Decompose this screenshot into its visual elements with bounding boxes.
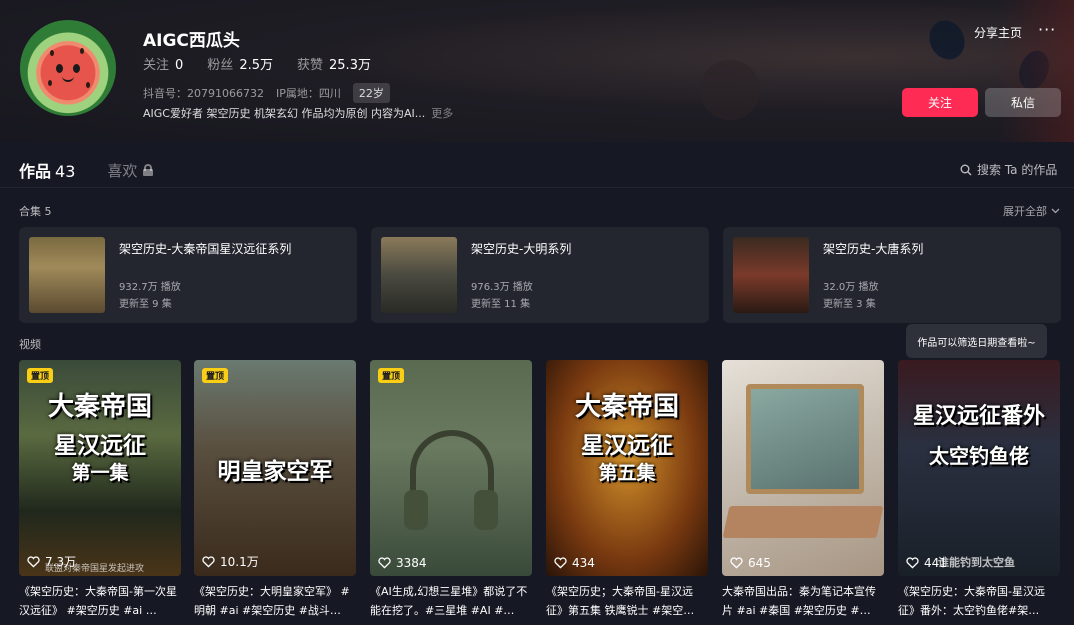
video-card[interactable]: 星汉远征番外 太空钓鱼佬 谁能钓到太空鱼 441	[898, 360, 1060, 576]
profile-tabs: 作品 43 喜欢	[19, 158, 154, 182]
message-button[interactable]: 私信	[985, 88, 1061, 117]
video-card[interactable]: 置顶 大秦帝国 星汉远征 第一集 联盟对秦帝国星发起进攻 7.3万	[19, 360, 181, 576]
collection-plays: 32.0万 播放	[823, 282, 879, 293]
video-caption[interactable]: 《架空历史；大秦帝国-星汉远征》第五集 铁鹰锐士 #架空…	[546, 582, 708, 620]
avatar-detail	[56, 64, 63, 73]
video-caption[interactable]: 《架空历史：大明皇家空军》 #明朝 #ai #架空历史 #战斗…	[194, 582, 356, 620]
collection-title: 架空历史-大秦帝国星汉远征系列	[119, 242, 292, 256]
video-cover-text: 第五集	[598, 462, 656, 484]
pinned-badge: 置顶	[202, 368, 229, 383]
collection-thumbnail	[29, 237, 105, 313]
cover-art	[722, 506, 884, 538]
video-cover-text: 大秦帝国	[574, 392, 679, 422]
search-works[interactable]: 搜索 Ta 的作品	[960, 161, 1057, 178]
profile-meta: 抖音号：20791066732 IP属地：四川 22岁	[143, 83, 390, 103]
collection-card[interactable]: 架空历史-大秦帝国星汉远征系列 932.7万 播放 更新至 9 集	[19, 227, 357, 323]
video-caption[interactable]: 大秦帝国出品：秦为笔记本宣传片 #ai #秦国 #架空历史 #…	[722, 582, 884, 620]
video-cover-text: 大秦帝国	[47, 392, 152, 422]
more-icon[interactable]: ···	[1038, 20, 1056, 39]
video-caption[interactable]: 《架空历史：大秦帝国-星汉远征》番外：太空钓鱼佬#架…	[898, 582, 1060, 620]
video-cover-text: 星汉远征	[581, 433, 673, 459]
video-likes: 441	[906, 556, 947, 570]
collection-title: 架空历史-大明系列	[471, 242, 572, 256]
video-likes: 434	[554, 556, 595, 570]
stat-likes: 获赞 25.3万	[297, 58, 371, 73]
collection-updated: 更新至 3 集	[823, 299, 876, 310]
video-likes: 7.3万	[27, 553, 76, 570]
heart-icon	[202, 555, 215, 568]
video-cover-text: 星汉远征番外	[912, 404, 1045, 429]
heart-icon	[554, 557, 567, 569]
age-badge: 22岁	[352, 83, 390, 103]
collection-updated: 更新至 11 集	[471, 299, 531, 310]
collection-title: 架空历史-大唐系列	[823, 242, 924, 256]
collection-thumbnail	[733, 237, 809, 313]
filter-tooltip: 作品可以筛选日期查看啦~	[906, 324, 1047, 358]
stat-following[interactable]: 关注 0	[143, 54, 183, 73]
video-cover-text: 第一集	[71, 462, 129, 484]
cover-art	[746, 384, 864, 494]
video-cover-subtitle: 谁能钓到太空鱼	[938, 556, 1015, 569]
share-profile-link[interactable]: 分享主页	[974, 24, 1022, 41]
lock-icon	[143, 164, 154, 176]
avatar-detail	[62, 76, 74, 82]
cover-art	[404, 490, 428, 530]
video-likes: 3384	[378, 556, 427, 570]
pinned-badge: 置顶	[378, 368, 405, 383]
video-caption[interactable]: 《AI生成,幻想三星堆》都说了不能在挖了。#三星堆 #AI #…	[370, 582, 532, 620]
banner-decor	[700, 60, 760, 120]
video-likes: 10.1万	[202, 553, 259, 570]
heart-icon	[27, 555, 40, 568]
avatar-detail	[86, 82, 90, 88]
video-card[interactable]: 大秦帝国 星汉远征 第五集 434	[546, 360, 708, 576]
divider	[0, 187, 1074, 188]
collections-title: 合集 5	[19, 205, 52, 218]
video-caption[interactable]: 《架空历史：大秦帝国-第一次星汉远征》 #架空历史 #ai …	[19, 582, 181, 620]
tab-works[interactable]: 作品 43	[19, 158, 75, 182]
pinned-badge: 置顶	[27, 368, 54, 383]
profile-stats: 关注 0 粉丝 2.5万 获赞 25.3万	[143, 54, 371, 73]
banner-decor	[1000, 0, 1074, 142]
avatar[interactable]	[20, 20, 116, 116]
heart-icon	[906, 557, 919, 569]
username: AIGC西瓜头	[143, 31, 240, 51]
video-likes: 645	[730, 556, 771, 570]
video-cover-text: 星汉远征	[54, 433, 146, 459]
follow-button[interactable]: 关注	[902, 88, 978, 117]
collection-plays: 976.3万 播放	[471, 282, 533, 293]
cover-art	[474, 490, 498, 530]
collection-plays: 932.7万 播放	[119, 282, 181, 293]
collection-card[interactable]: 架空历史-大明系列 976.3万 播放 更新至 11 集	[371, 227, 709, 323]
video-cover-text: 太空钓鱼佬	[929, 444, 1029, 468]
avatar-detail	[80, 48, 84, 54]
collection-thumbnail	[381, 237, 457, 313]
avatar-detail	[73, 64, 80, 73]
expand-all-button[interactable]: 展开全部	[1003, 203, 1060, 219]
bio-text: AIGC爱好者 架空历史 机架玄幻 作品均为原创 内容为AI...	[143, 107, 426, 120]
video-cover-text: 明皇家空军	[217, 459, 333, 485]
ip-location: IP属地：四川	[275, 87, 341, 100]
video-card[interactable]: 置顶 明皇家空军 10.1万	[194, 360, 356, 576]
avatar-detail	[48, 80, 52, 86]
avatar-detail	[50, 50, 54, 56]
collection-card[interactable]: 架空历史-大唐系列 32.0万 播放 更新至 3 集	[723, 227, 1061, 323]
heart-icon	[730, 557, 743, 569]
bio-more-link[interactable]: 更多	[431, 107, 453, 120]
heart-icon	[378, 557, 391, 569]
video-card[interactable]: 645	[722, 360, 884, 576]
douyin-id: 抖音号：20791066732	[143, 87, 264, 100]
bio: AIGC爱好者 架空历史 机架玄幻 作品均为原创 内容为AI... 更多	[143, 105, 453, 121]
video-card[interactable]: 置顶 3384	[370, 360, 532, 576]
collection-updated: 更新至 9 集	[119, 299, 172, 310]
stat-followers[interactable]: 粉丝 2.5万	[207, 54, 273, 73]
banner-decor	[923, 14, 971, 66]
tab-likes[interactable]: 喜欢	[107, 160, 154, 181]
chevron-down-icon	[1051, 208, 1060, 214]
videos-title: 视频	[19, 338, 41, 351]
search-icon	[960, 164, 972, 175]
